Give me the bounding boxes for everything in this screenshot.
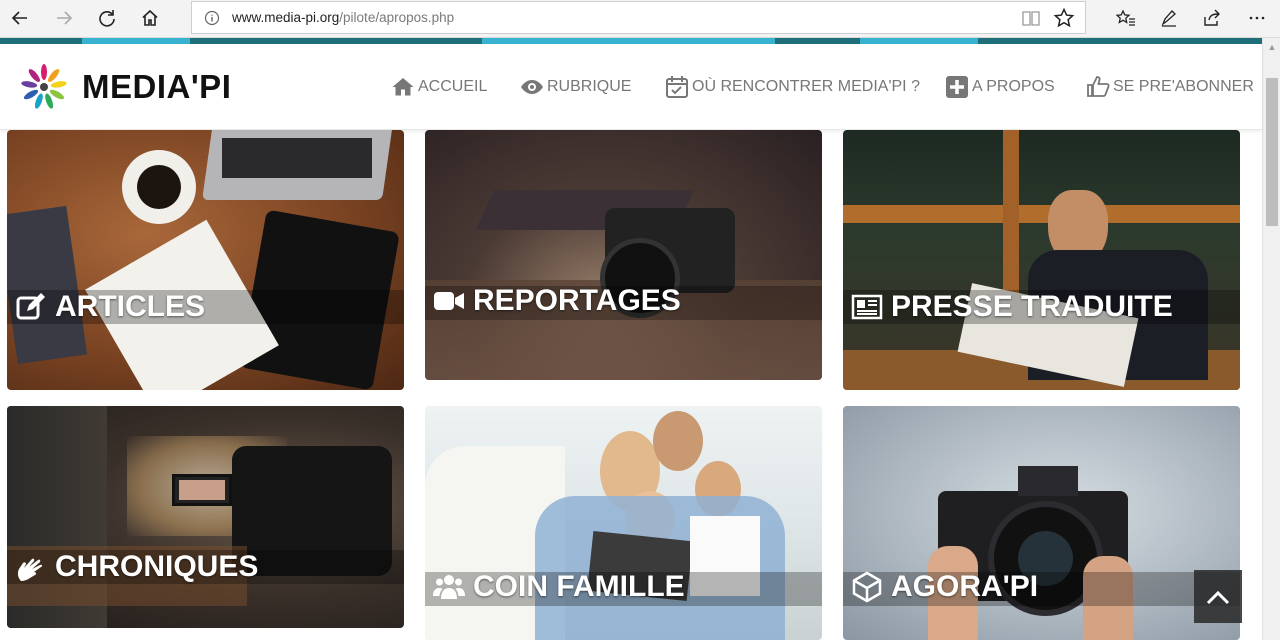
star-icon[interactable] xyxy=(1053,7,1075,29)
share-button[interactable] xyxy=(1196,4,1228,32)
menu-rencontrer-wrap: OÙ RENCONTRER MEDIA'PI ? xyxy=(665,72,920,102)
address-bar[interactable]: www.media-pi.org/pilote/apropos.php xyxy=(191,1,1086,34)
tile-agora-label: AGORA'PI xyxy=(851,570,1038,604)
menu-item-apropos[interactable]: A PROPOS xyxy=(945,75,1055,99)
tile-chroniques-image xyxy=(7,406,404,628)
thumbs-up-icon xyxy=(1087,76,1110,97)
tile-agora[interactable]: AGORA'PI xyxy=(843,406,1240,640)
menu-label-abonner: SE PRE'ABONNER xyxy=(1113,78,1254,95)
tile-chroniques-label: CHRONIQUES xyxy=(15,550,258,584)
menu-label-accueil: ACCUEIL xyxy=(418,78,488,95)
menu-rubrique-wrap: RUBRIQUE xyxy=(520,72,631,102)
sign-language-icon xyxy=(17,558,43,581)
arrow-right-icon xyxy=(57,11,73,25)
scroll-thumb[interactable] xyxy=(1266,78,1278,226)
tile-articles-label: ARTICLES xyxy=(15,290,205,324)
tile-famille[interactable]: COIN FAMILLE xyxy=(425,406,822,640)
eye-icon xyxy=(521,80,543,94)
forward-button[interactable] xyxy=(46,4,82,32)
more-menu-button[interactable] xyxy=(1241,4,1273,32)
tile-reportages-text: REPORTAGES xyxy=(473,284,681,317)
menu-item-abonner[interactable]: SE PRE'ABONNER xyxy=(1086,75,1254,99)
tile-articles[interactable]: ARTICLES xyxy=(7,130,404,390)
tile-famille-label: COIN FAMILLE xyxy=(433,570,685,604)
site-logo[interactable]: MEDIA'PI xyxy=(14,58,231,116)
tile-presse-label: PRESSE TRADUITE xyxy=(851,290,1173,324)
home-button[interactable] xyxy=(132,4,168,32)
back-button[interactable] xyxy=(2,4,38,32)
tile-presse[interactable]: PRESSE TRADUITE xyxy=(843,130,1240,390)
video-camera-icon xyxy=(434,292,464,310)
arrow-left-icon xyxy=(11,11,27,25)
users-icon xyxy=(433,575,465,599)
menu-item-accueil[interactable]: ACCUEIL xyxy=(391,75,487,99)
calendar-check-icon xyxy=(666,76,688,98)
tile-agora-text: AGORA'PI xyxy=(891,570,1039,603)
pen-icon xyxy=(1161,10,1176,27)
menu-item-rencontrer[interactable]: OÙ RENCONTRER MEDIA'PI ? xyxy=(665,75,920,99)
menu-label-rubrique: RUBRIQUE xyxy=(547,78,632,95)
tile-reportages-label: REPORTAGES xyxy=(433,284,681,318)
url-path: /pilote/apropos.php xyxy=(339,10,455,25)
browser-toolbar: www.media-pi.org/pilote/apropos.php xyxy=(0,0,1280,38)
cube-icon xyxy=(852,571,882,603)
menu-item-rubrique[interactable]: RUBRIQUE xyxy=(520,75,631,99)
site-header: MEDIA'PI ACCUEIL RUBRIQUE OÙ RENCONTRER … xyxy=(0,44,1262,130)
url-text[interactable]: www.media-pi.org/pilote/apropos.php xyxy=(232,10,454,25)
main-menu: ACCUEIL xyxy=(391,72,487,102)
home-icon xyxy=(392,78,414,96)
url-host: www.media-pi.org xyxy=(232,10,340,25)
web-note-button[interactable] xyxy=(1153,4,1185,32)
menu-label-rencontrer: OÙ RENCONTRER MEDIA'PI ? xyxy=(692,78,920,95)
refresh-icon xyxy=(99,10,115,27)
favorites-list-icon xyxy=(1116,9,1135,26)
plus-square-icon xyxy=(946,76,968,98)
menu-label-apropos: A PROPOS xyxy=(972,78,1055,95)
newspaper-icon xyxy=(851,294,883,320)
tile-famille-text: COIN FAMILLE xyxy=(473,570,685,603)
tile-articles-image xyxy=(7,130,404,390)
home-outline-icon xyxy=(142,9,158,26)
edit-icon xyxy=(16,293,45,320)
back-to-top-button[interactable] xyxy=(1194,570,1242,623)
tile-reportages[interactable]: REPORTAGES xyxy=(425,130,822,380)
tile-presse-text: PRESSE TRADUITE xyxy=(891,290,1173,323)
menu-abonner-wrap: SE PRE'ABONNER xyxy=(1086,72,1254,102)
refresh-button[interactable] xyxy=(89,4,125,32)
tile-presse-image xyxy=(843,130,1240,390)
favorites-hub-button[interactable] xyxy=(1110,4,1142,32)
page-scrollbar[interactable]: ▲ xyxy=(1262,38,1280,640)
tile-chroniques-text: CHRONIQUES xyxy=(55,550,259,583)
ellipsis-icon xyxy=(1249,16,1265,20)
tile-articles-text: ARTICLES xyxy=(55,290,205,323)
chevron-up-icon xyxy=(1206,590,1230,604)
scroll-up-arrow[interactable]: ▲ xyxy=(1263,38,1280,56)
logo-flower-icon xyxy=(21,64,67,109)
share-icon xyxy=(1204,9,1220,26)
tile-chroniques[interactable]: CHRONIQUES xyxy=(7,406,404,628)
tile-reportages-image xyxy=(425,130,822,380)
info-icon[interactable] xyxy=(204,10,220,26)
logo-text: MEDIA'PI xyxy=(82,68,232,105)
reading-view-icon[interactable] xyxy=(1021,8,1041,28)
menu-apropos-wrap: A PROPOS xyxy=(945,72,1055,102)
